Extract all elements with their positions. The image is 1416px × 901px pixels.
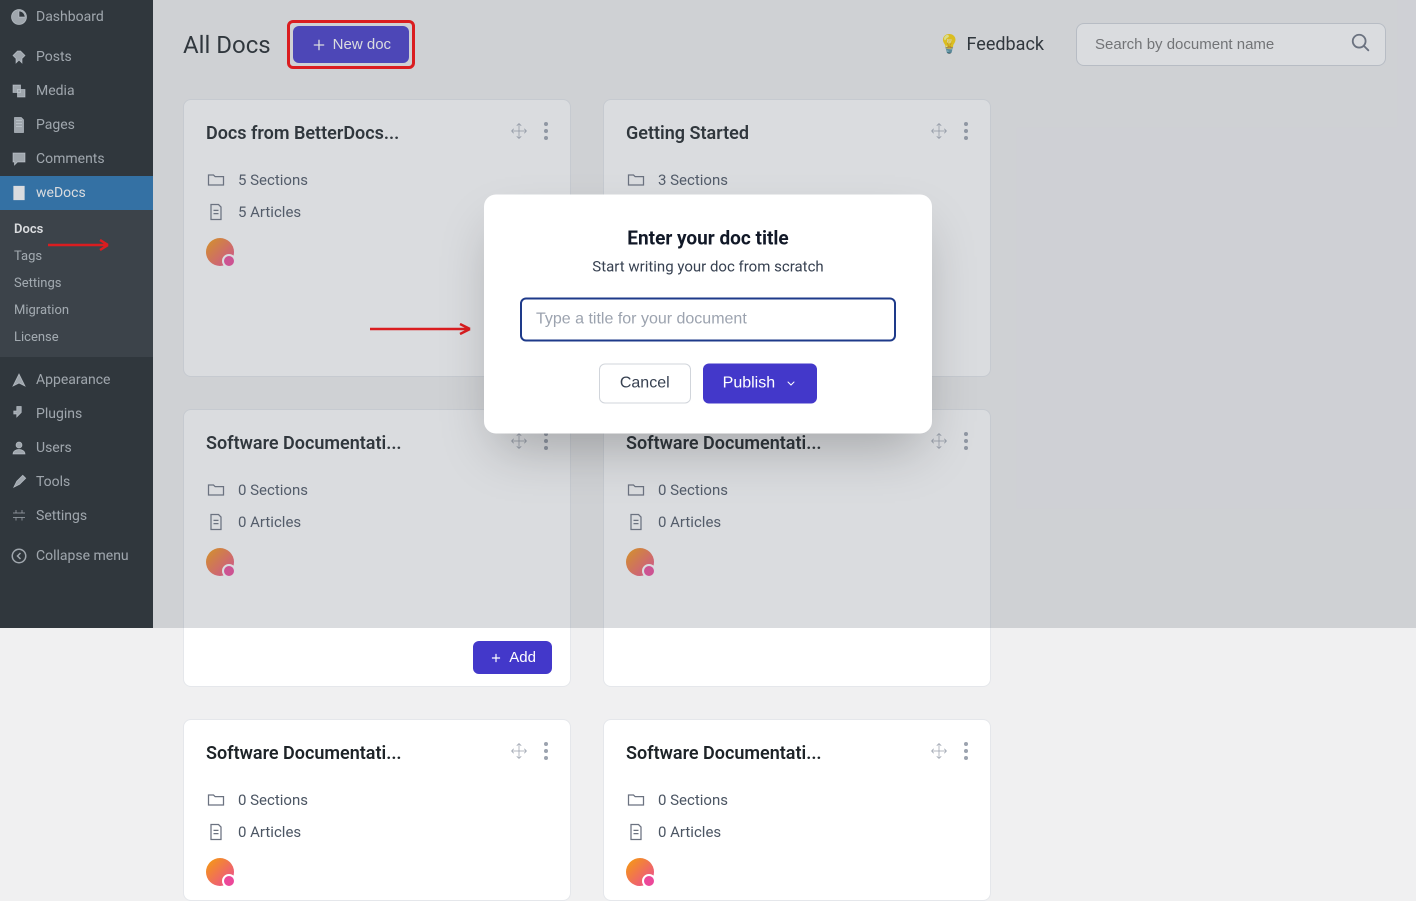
chevron-down-icon: [785, 378, 797, 390]
publish-label: Publish: [723, 375, 775, 393]
cancel-button[interactable]: Cancel: [599, 364, 691, 404]
add-button[interactable]: Add: [473, 641, 552, 674]
folder-icon: [626, 790, 646, 810]
sections-text: 0 Sections: [238, 791, 308, 809]
sections-text: 0 Sections: [658, 791, 728, 809]
add-label: Add: [509, 649, 536, 666]
more-icon[interactable]: [544, 742, 548, 764]
modal-title: Enter your doc title: [520, 227, 896, 250]
plus-icon: [489, 651, 503, 665]
doc-title-input[interactable]: [520, 298, 896, 342]
avatar: [626, 858, 654, 886]
file-icon: [206, 822, 226, 842]
folder-icon: [206, 790, 226, 810]
doc-title: Software Documentati...: [206, 743, 402, 764]
doc-title: Software Documentati...: [626, 743, 822, 764]
doc-card: Software Documentati... 0 Sections 0 Art…: [603, 719, 991, 901]
file-icon: [626, 822, 646, 842]
publish-button[interactable]: Publish: [703, 364, 817, 404]
avatar: [206, 858, 234, 886]
modal-subtitle: Start writing your doc from scratch: [520, 258, 896, 276]
more-icon[interactable]: [964, 742, 968, 764]
new-doc-modal: Enter your doc title Start writing your …: [484, 195, 932, 434]
articles-text: 0 Articles: [658, 823, 721, 841]
doc-card: Software Documentati... 0 Sections 0 Art…: [183, 719, 571, 901]
drag-icon[interactable]: [930, 742, 948, 764]
drag-icon[interactable]: [510, 742, 528, 764]
articles-text: 0 Articles: [238, 823, 301, 841]
